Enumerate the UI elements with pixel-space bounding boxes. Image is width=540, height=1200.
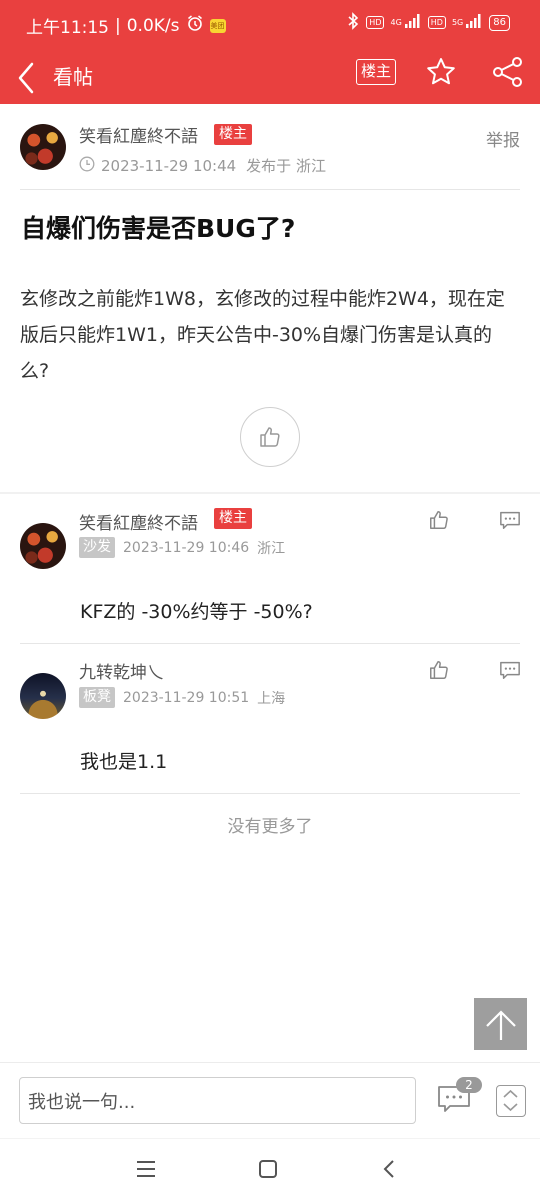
hd-badge-2: HD: [427, 16, 446, 29]
status-bar: 上午11:15 | 0.0K/s 美团 HD 4G HD 5G 86: [0, 0, 540, 48]
back-button[interactable]: [14, 56, 42, 96]
alarm-icon: [186, 14, 204, 37]
reply-avatar[interactable]: [20, 673, 66, 719]
divider: [20, 643, 520, 644]
reply-time: 2023-11-29 10:51: [123, 689, 250, 706]
network-speed: 0.0K/s: [126, 15, 180, 36]
post-location: 发布于 浙江: [246, 157, 326, 175]
owner-only-button[interactable]: 楼主: [356, 59, 396, 85]
star-icon: [427, 58, 455, 85]
owner-badge: 楼主: [214, 508, 252, 529]
comment-count-badge: 2: [456, 1077, 482, 1093]
chevron-left-icon: [18, 62, 34, 94]
favorite-button[interactable]: [425, 56, 457, 88]
reply-comment-button[interactable]: [499, 659, 521, 681]
status-time: 上午11:15: [26, 18, 109, 38]
signal-icon-2: [465, 14, 483, 31]
reply-author-name[interactable]: 笑看紅塵終不語: [79, 509, 198, 534]
signal-5g-label: 5G: [451, 18, 464, 27]
back-nav-button[interactable]: [380, 1159, 400, 1183]
reply-comment-button[interactable]: [499, 509, 521, 531]
report-button[interactable]: 举报: [486, 126, 520, 151]
reply-author-name[interactable]: 九转乾坤乀: [79, 658, 164, 683]
chat-bubble-icon: [500, 511, 520, 529]
status-separator: |: [115, 15, 121, 36]
reply-like-button[interactable]: [428, 659, 450, 681]
status-left: 上午11:15 | 0.0K/s 美团: [26, 13, 226, 38]
arrow-up-icon: [485, 1010, 516, 1040]
owner-badge: 楼主: [214, 124, 252, 145]
system-navigation-bar: [0, 1138, 540, 1200]
signal-4g-label: 4G: [390, 18, 402, 27]
thumbs-up-icon: [430, 661, 448, 679]
bottom-bar: 我也说一句... 2: [0, 1062, 540, 1138]
comment-input[interactable]: 我也说一句...: [19, 1077, 416, 1124]
reply-avatar[interactable]: [20, 523, 66, 569]
reply-content: 我也是1.1: [80, 751, 168, 773]
scroll-to-top-button[interactable]: [474, 998, 527, 1050]
floor-tag: 沙发: [79, 537, 115, 558]
battery-level: 86: [493, 17, 506, 28]
floor-tag: 板凳: [79, 687, 115, 708]
signal-icon-1: [404, 14, 422, 31]
like-button[interactable]: [240, 407, 300, 467]
section-divider: [0, 492, 540, 494]
home-nav-button[interactable]: [258, 1159, 278, 1183]
post-title: 自爆们伤害是否BUG了?: [21, 214, 296, 243]
page-title: 看帖: [53, 65, 93, 89]
menu-icon: [137, 1161, 155, 1177]
post-body: 玄修改之前能炸1W8，玄修改的过程中能炸2W4，现在定版后只能炸1W1，昨天公告…: [20, 288, 505, 382]
nav-bar: 看帖 楼主: [0, 48, 540, 104]
chevron-left-icon: [383, 1160, 394, 1178]
status-right: HD 4G HD 5G 86: [346, 12, 510, 33]
reply-time: 2023-11-29 10:46: [123, 539, 250, 556]
reply-location: 浙江: [257, 540, 286, 557]
thumbs-up-icon: [260, 427, 280, 447]
post-time: 2023-11-29 10:44: [101, 156, 237, 175]
post-author-name[interactable]: 笑看紅塵終不語: [79, 122, 198, 147]
bluetooth-icon: [346, 12, 360, 33]
reply-location: 上海: [257, 690, 286, 707]
post-meta: 2023-11-29 10:44 发布于 浙江: [79, 155, 326, 176]
reply-meta: 沙发 2023-11-29 10:46 浙江: [79, 537, 285, 558]
divider: [20, 189, 520, 190]
up-down-chevron-icon: [503, 1089, 518, 1112]
menu-nav-button[interactable]: [135, 1159, 157, 1183]
floor-jump-button[interactable]: [496, 1085, 526, 1117]
no-more-text: 没有更多了: [227, 817, 313, 837]
reply-meta: 板凳 2023-11-29 10:51 上海: [79, 687, 285, 708]
meituan-app-icon: 美团: [209, 18, 226, 33]
battery-icon: 86: [489, 14, 510, 31]
reply-content: KFZ的 -30%约等于 -50%?: [80, 601, 313, 623]
chat-bubble-icon: [500, 661, 520, 679]
hd-badge-1: HD: [366, 16, 385, 29]
thumbs-up-icon: [430, 511, 448, 529]
square-icon: [259, 1160, 277, 1178]
share-icon: [493, 57, 522, 87]
divider: [20, 793, 520, 794]
reply-like-button[interactable]: [428, 509, 450, 531]
clock-icon: [79, 156, 95, 176]
share-button[interactable]: [492, 56, 524, 88]
avatar[interactable]: [20, 124, 66, 170]
